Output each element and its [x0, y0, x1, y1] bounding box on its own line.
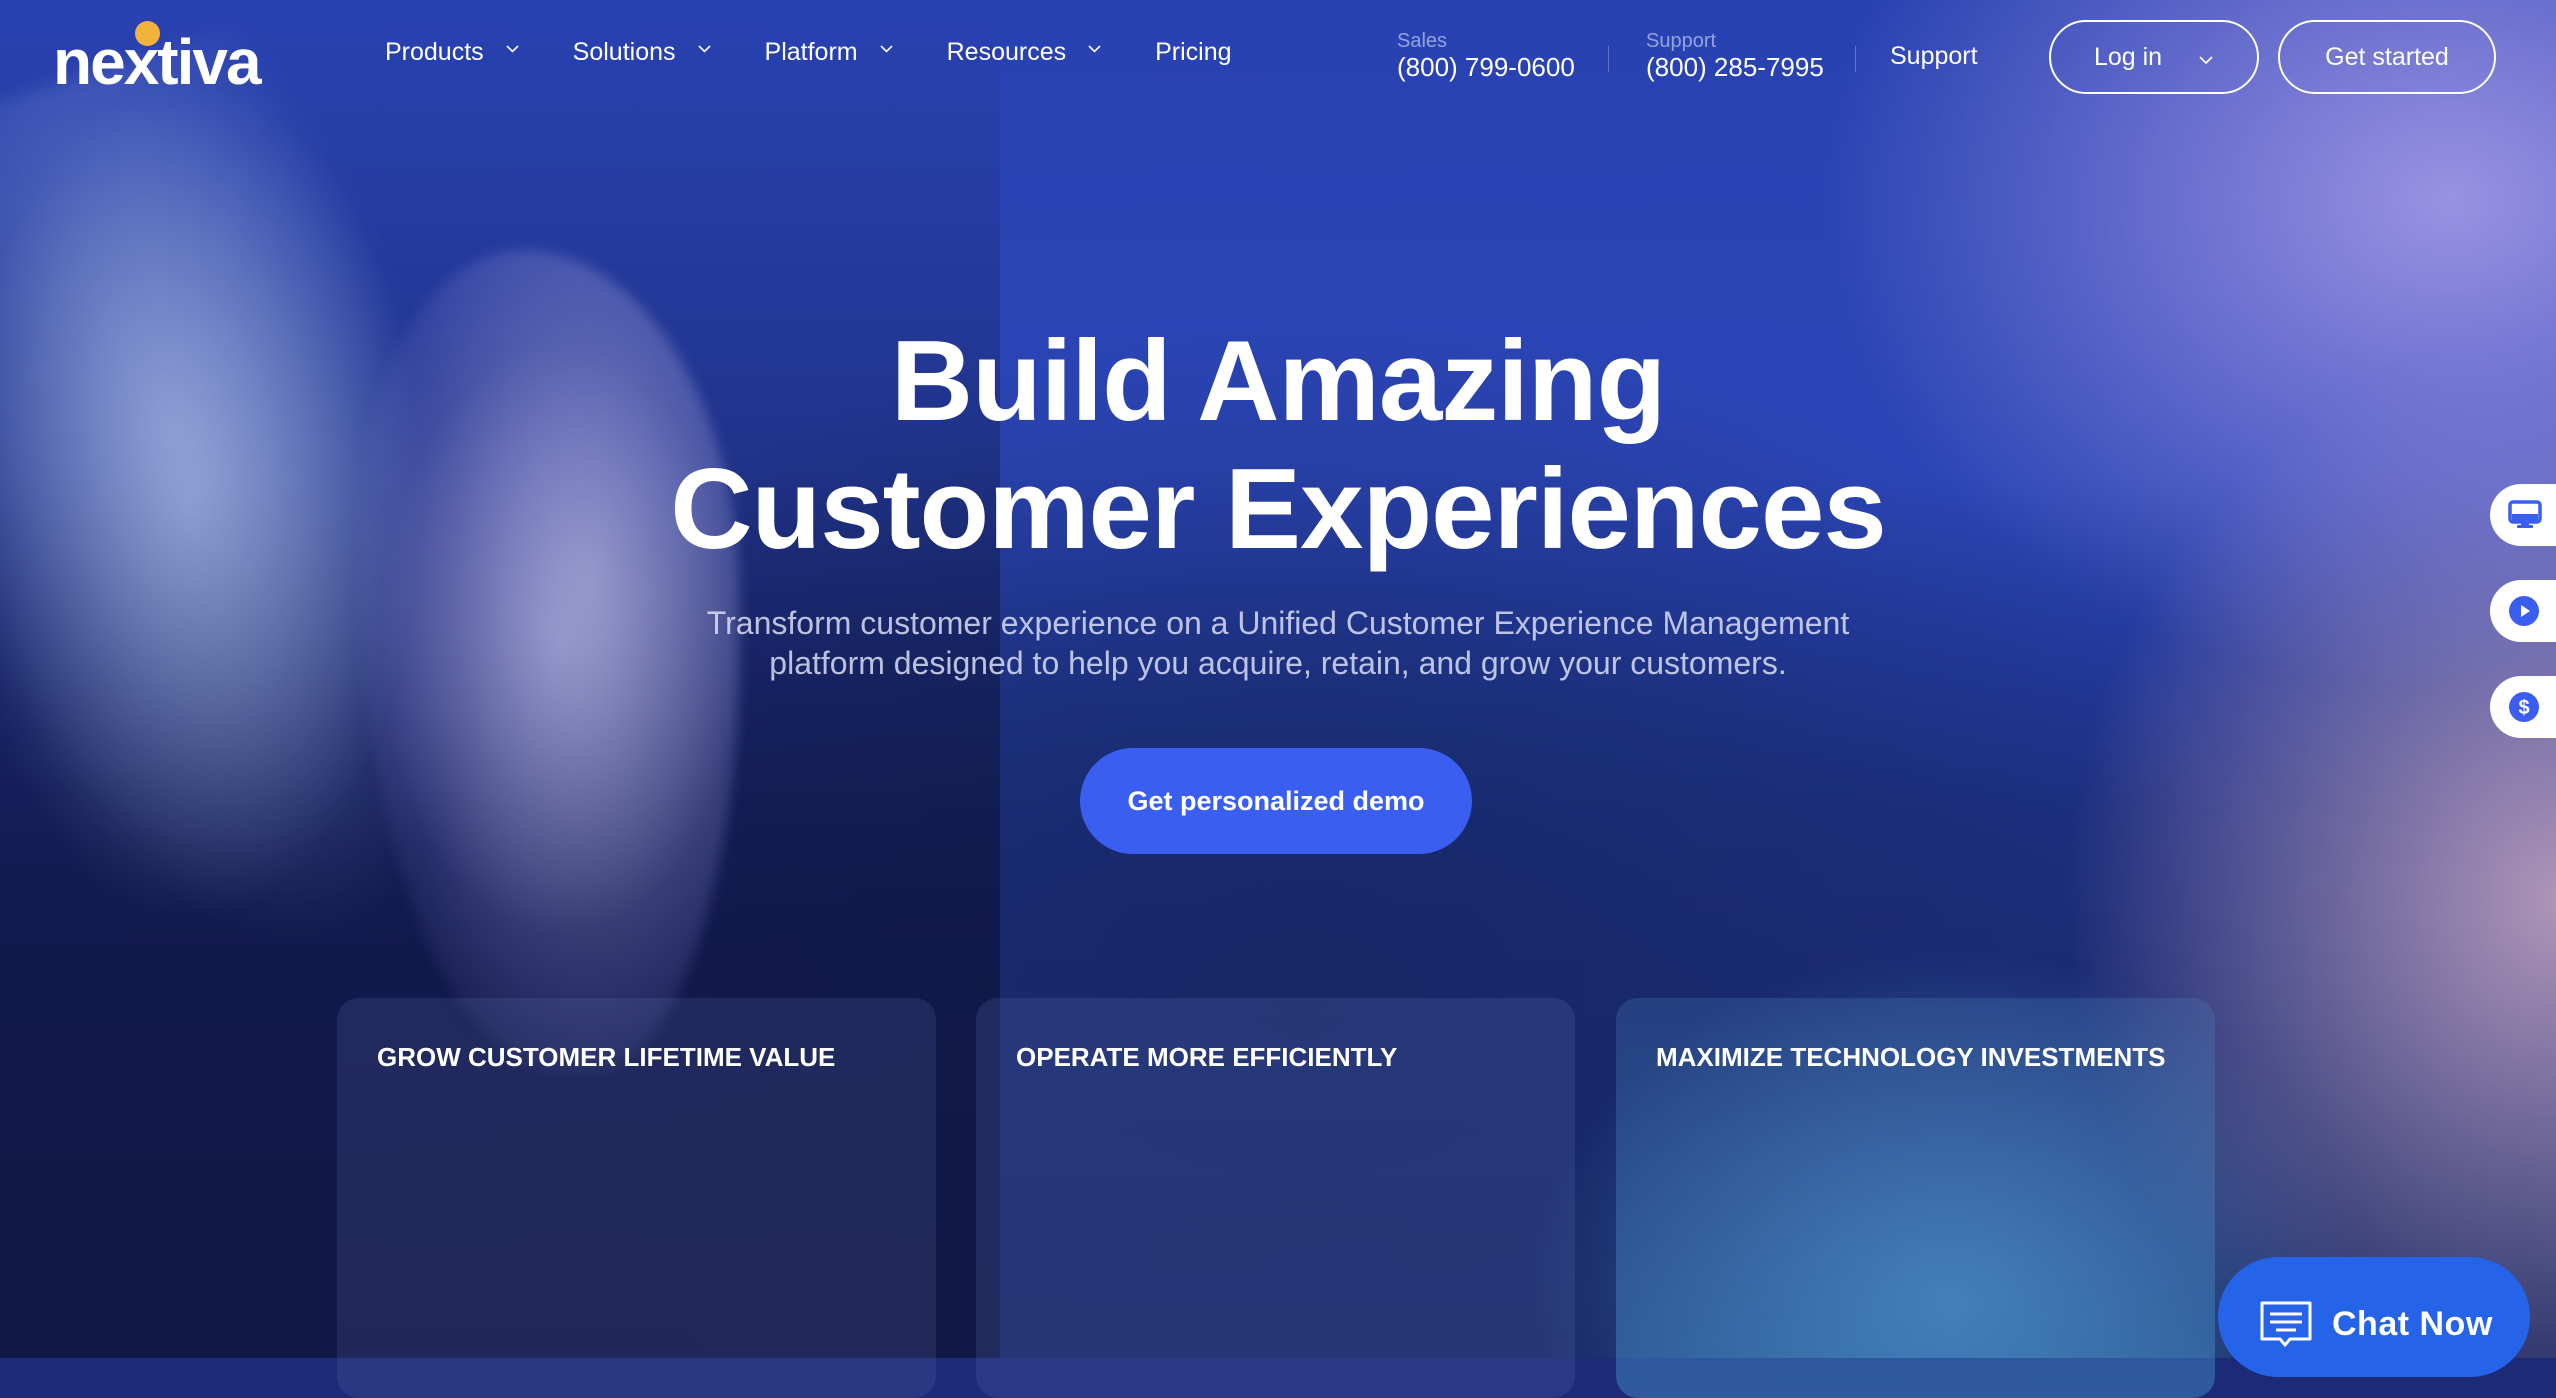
- header-divider: [1608, 46, 1609, 72]
- card-title: MAXIMIZE TECHNOLOGY INVESTMENTS: [1656, 1042, 2166, 1072]
- get-started-label: Get started: [2325, 42, 2449, 71]
- nav-item-solutions[interactable]: Solutions: [573, 38, 711, 67]
- nav-label: Products: [385, 38, 484, 66]
- monitor-icon: [2508, 500, 2542, 530]
- svg-text:$: $: [2518, 697, 2529, 719]
- chat-now-button[interactable]: Chat Now: [2218, 1257, 2530, 1377]
- chevron-down-icon: [506, 42, 519, 55]
- get-personalized-demo-button[interactable]: Get personalized demo: [1080, 748, 1472, 854]
- nav-label: Pricing: [1155, 38, 1232, 66]
- hero-title: Build Amazing Customer Experiences: [0, 318, 2556, 574]
- support-label: Support: [1646, 30, 1717, 52]
- support-link[interactable]: Support: [1890, 42, 1978, 71]
- get-started-button[interactable]: Get started: [2278, 20, 2496, 94]
- hero-subtitle: Transform customer experience on a Unifi…: [0, 603, 2556, 683]
- side-tab-pricing[interactable]: $: [2490, 676, 2556, 738]
- main-nav: Products Solutions Platform Resources Pr…: [385, 38, 1232, 67]
- value-card-grow[interactable]: GROW CUSTOMER LIFETIME VALUE: [337, 998, 936, 1398]
- card-title: GROW CUSTOMER LIFETIME VALUE: [377, 1042, 836, 1072]
- sales-contact[interactable]: Sales (800) 799-0600: [1397, 30, 1575, 82]
- nav-label: Resources: [946, 38, 1067, 66]
- value-card-maximize[interactable]: MAXIMIZE TECHNOLOGY INVESTMENTS: [1616, 998, 2215, 1398]
- value-card-operate[interactable]: OPERATE MORE EFFICIENTLY: [976, 998, 1575, 1398]
- sales-label: Sales: [1397, 30, 1448, 52]
- header-divider: [1855, 46, 1856, 72]
- support-contact[interactable]: Support (800) 285-7995: [1646, 30, 1824, 82]
- hero-subtitle-line-1: Transform customer experience on a Unifi…: [706, 605, 1850, 641]
- chevron-down-icon: [2198, 46, 2214, 65]
- nav-item-products[interactable]: Products: [385, 38, 519, 67]
- chevron-down-icon: [1088, 42, 1101, 55]
- sales-phone[interactable]: (800) 799-0600: [1397, 52, 1575, 82]
- nav-item-resources[interactable]: Resources: [947, 38, 1102, 67]
- nextiva-logo[interactable]: nextiva: [53, 18, 293, 94]
- side-tab-video[interactable]: [2490, 580, 2556, 642]
- logo-text: nextiva: [53, 26, 262, 98]
- nav-label: Platform: [764, 38, 858, 66]
- chevron-down-icon: [697, 42, 711, 55]
- login-button[interactable]: Log in: [2049, 20, 2259, 94]
- side-tab-demo[interactable]: [2490, 484, 2556, 546]
- nav-item-platform[interactable]: Platform: [765, 38, 893, 67]
- hero-title-line-1: Build Amazing: [890, 318, 1666, 445]
- chat-bubble-icon: [2258, 1299, 2314, 1358]
- site-header: nextiva Products Solutions Platform Reso…: [0, 0, 2556, 115]
- nav-item-pricing[interactable]: Pricing: [1155, 38, 1231, 67]
- dollar-circle-icon: $: [2508, 691, 2540, 723]
- card-title: OPERATE MORE EFFICIENTLY: [1016, 1042, 1398, 1072]
- play-circle-icon: [2508, 595, 2540, 627]
- chevron-down-icon: [880, 42, 893, 55]
- support-phone[interactable]: (800) 285-7995: [1646, 52, 1824, 82]
- hero-subtitle-line-2: platform designed to help you acquire, r…: [769, 645, 1787, 681]
- hero-title-line-2: Customer Experiences: [670, 446, 1887, 573]
- nav-label: Solutions: [572, 38, 676, 66]
- chat-now-label: Chat Now: [2332, 1305, 2493, 1343]
- login-label: Log in: [2093, 42, 2163, 71]
